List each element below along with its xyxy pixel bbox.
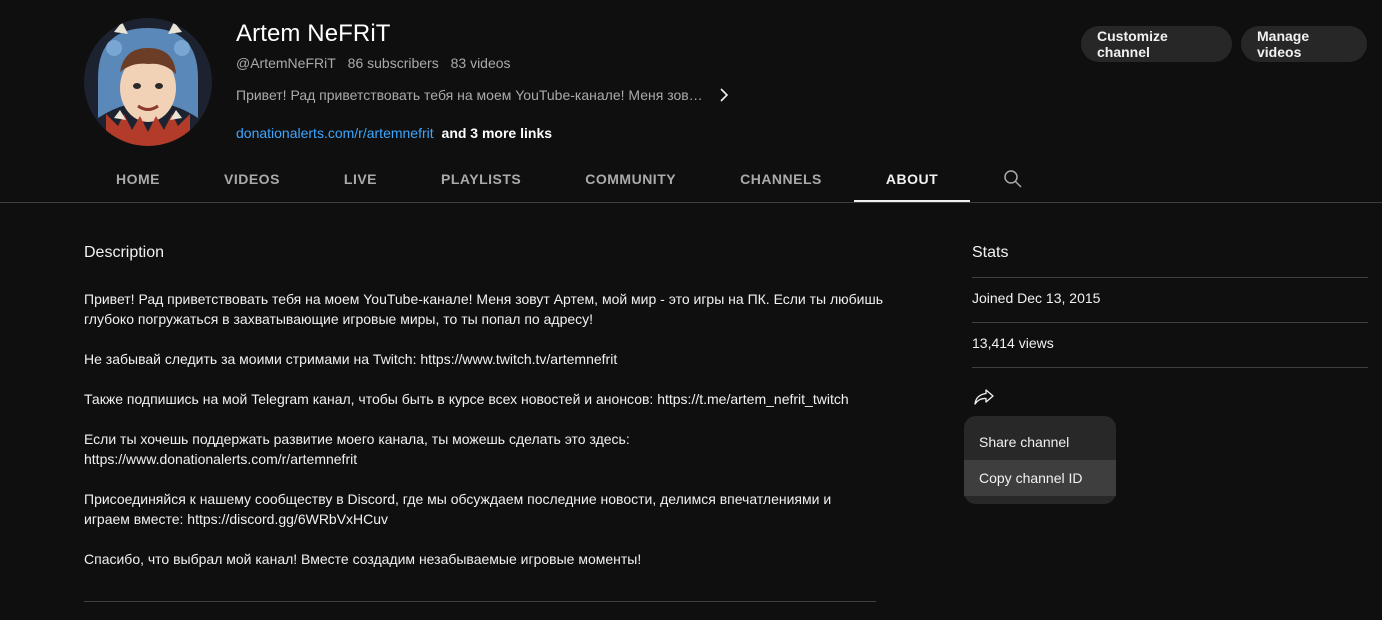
tab-home[interactable]: HOME [84,156,192,202]
stats-heading: Stats [972,244,1009,261]
description-paragraph: Если ты хочешь поддержать развитие моего… [84,431,630,467]
description-paragraph: Не забывай следить за моими стримами на … [84,351,618,367]
tabs-divider [0,202,1382,203]
tab-videos[interactable]: VIDEOS [192,156,312,202]
stats-divider [972,322,1368,323]
manage-videos-button[interactable]: Manage videos [1241,26,1367,62]
channel-description-preview[interactable]: Привет! Рад приветствовать тебя на моем … [236,87,731,103]
share-channel-item[interactable]: Share channel [964,424,1116,460]
description-paragraph: Также подпишись на мой Telegram канал, ч… [84,391,849,407]
tab-channels[interactable]: CHANNELS [708,156,854,202]
donation-link[interactable]: donationalerts.com/r/artemnefrit [236,125,434,141]
description-body: Привет! Рад приветствовать тебя на моем … [84,289,884,589]
customize-channel-button[interactable]: Customize channel [1081,26,1232,62]
tab-about[interactable]: ABOUT [853,156,971,202]
view-count: 13,414 views [972,335,1054,351]
description-paragraph: Спасибо, что выбрал мой канал! Вместе со… [84,551,642,567]
description-paragraph: Присоединяйся к нашему сообществу в Disc… [84,491,832,527]
channel-avatar[interactable] [84,18,212,146]
description-divider [84,601,876,602]
chevron-right-icon[interactable] [717,88,731,102]
channel-links: donationalerts.com/r/artemnefrit and 3 m… [236,125,552,141]
channel-meta: @ArtemNeFRiT 86 subscribers 83 videos [236,55,511,71]
copy-channel-id-item[interactable]: Copy channel ID [964,460,1116,496]
more-links-button[interactable]: and 3 more links [442,125,552,141]
video-count: 83 videos [450,55,511,71]
channel-name: Artem NeFRiT [236,20,391,47]
description-paragraph: Привет! Рад приветствовать тебя на моем … [84,291,884,327]
share-icon[interactable] [972,385,996,409]
joined-date: Joined Dec 13, 2015 [972,290,1101,306]
search-icon[interactable] [982,156,1044,202]
tab-playlists[interactable]: PLAYLISTS [409,156,553,202]
channel-handle: @ArtemNeFRiT [236,55,336,71]
description-preview-text: Привет! Рад приветствовать тебя на моем … [236,87,703,103]
tab-community[interactable]: COMMUNITY [553,156,708,202]
channel-tabs: HOME VIDEOS LIVE PLAYLISTS COMMUNITY CHA… [84,156,1044,202]
share-menu: Share channel Copy channel ID [964,416,1116,504]
tab-live[interactable]: LIVE [312,156,409,202]
stats-divider [972,367,1368,368]
subscriber-count: 86 subscribers [347,55,439,71]
avatar-image [84,18,212,146]
description-heading: Description [84,244,165,261]
stats-divider [972,277,1368,278]
